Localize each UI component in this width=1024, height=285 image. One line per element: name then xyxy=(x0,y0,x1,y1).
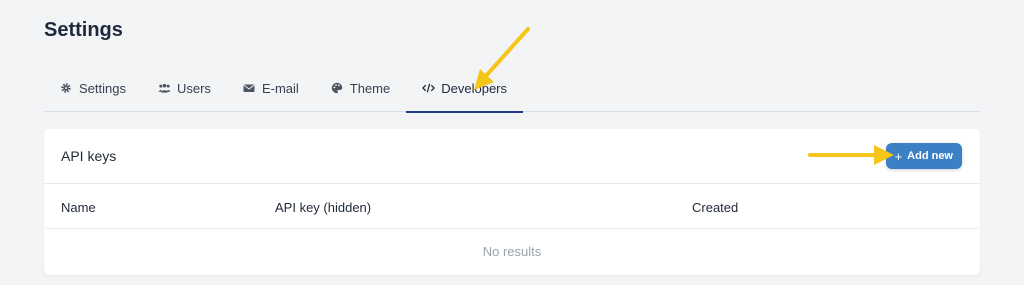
add-new-label: Add new xyxy=(907,150,953,162)
tab-theme[interactable]: Theme xyxy=(315,70,406,112)
gear-icon xyxy=(60,82,73,95)
envelope-icon xyxy=(243,82,256,95)
annotation-arrow-icon xyxy=(808,145,894,165)
api-keys-title: API keys xyxy=(61,148,117,164)
tab-settings[interactable]: Settings xyxy=(44,70,142,112)
users-icon xyxy=(158,82,171,95)
code-icon xyxy=(422,82,436,95)
tab-users-label: Users xyxy=(176,81,211,96)
tab-users[interactable]: Users xyxy=(142,70,227,112)
tab-email-label: E-mail xyxy=(261,81,299,96)
page-title: Settings xyxy=(44,19,123,41)
tab-settings-label: Settings xyxy=(79,81,126,96)
column-name: Name xyxy=(61,200,96,215)
tab-email[interactable]: E-mail xyxy=(227,70,315,112)
add-new-button[interactable]: + Add new xyxy=(885,143,962,169)
palette-icon xyxy=(331,82,344,95)
column-created: Created xyxy=(692,200,739,215)
column-api-key: API key (hidden) xyxy=(275,200,372,215)
annotation-arrow-icon xyxy=(474,27,530,90)
tab-theme-label: Theme xyxy=(349,81,391,96)
table-header: Name API key (hidden) Created xyxy=(46,184,978,229)
empty-state: No results xyxy=(482,243,542,259)
